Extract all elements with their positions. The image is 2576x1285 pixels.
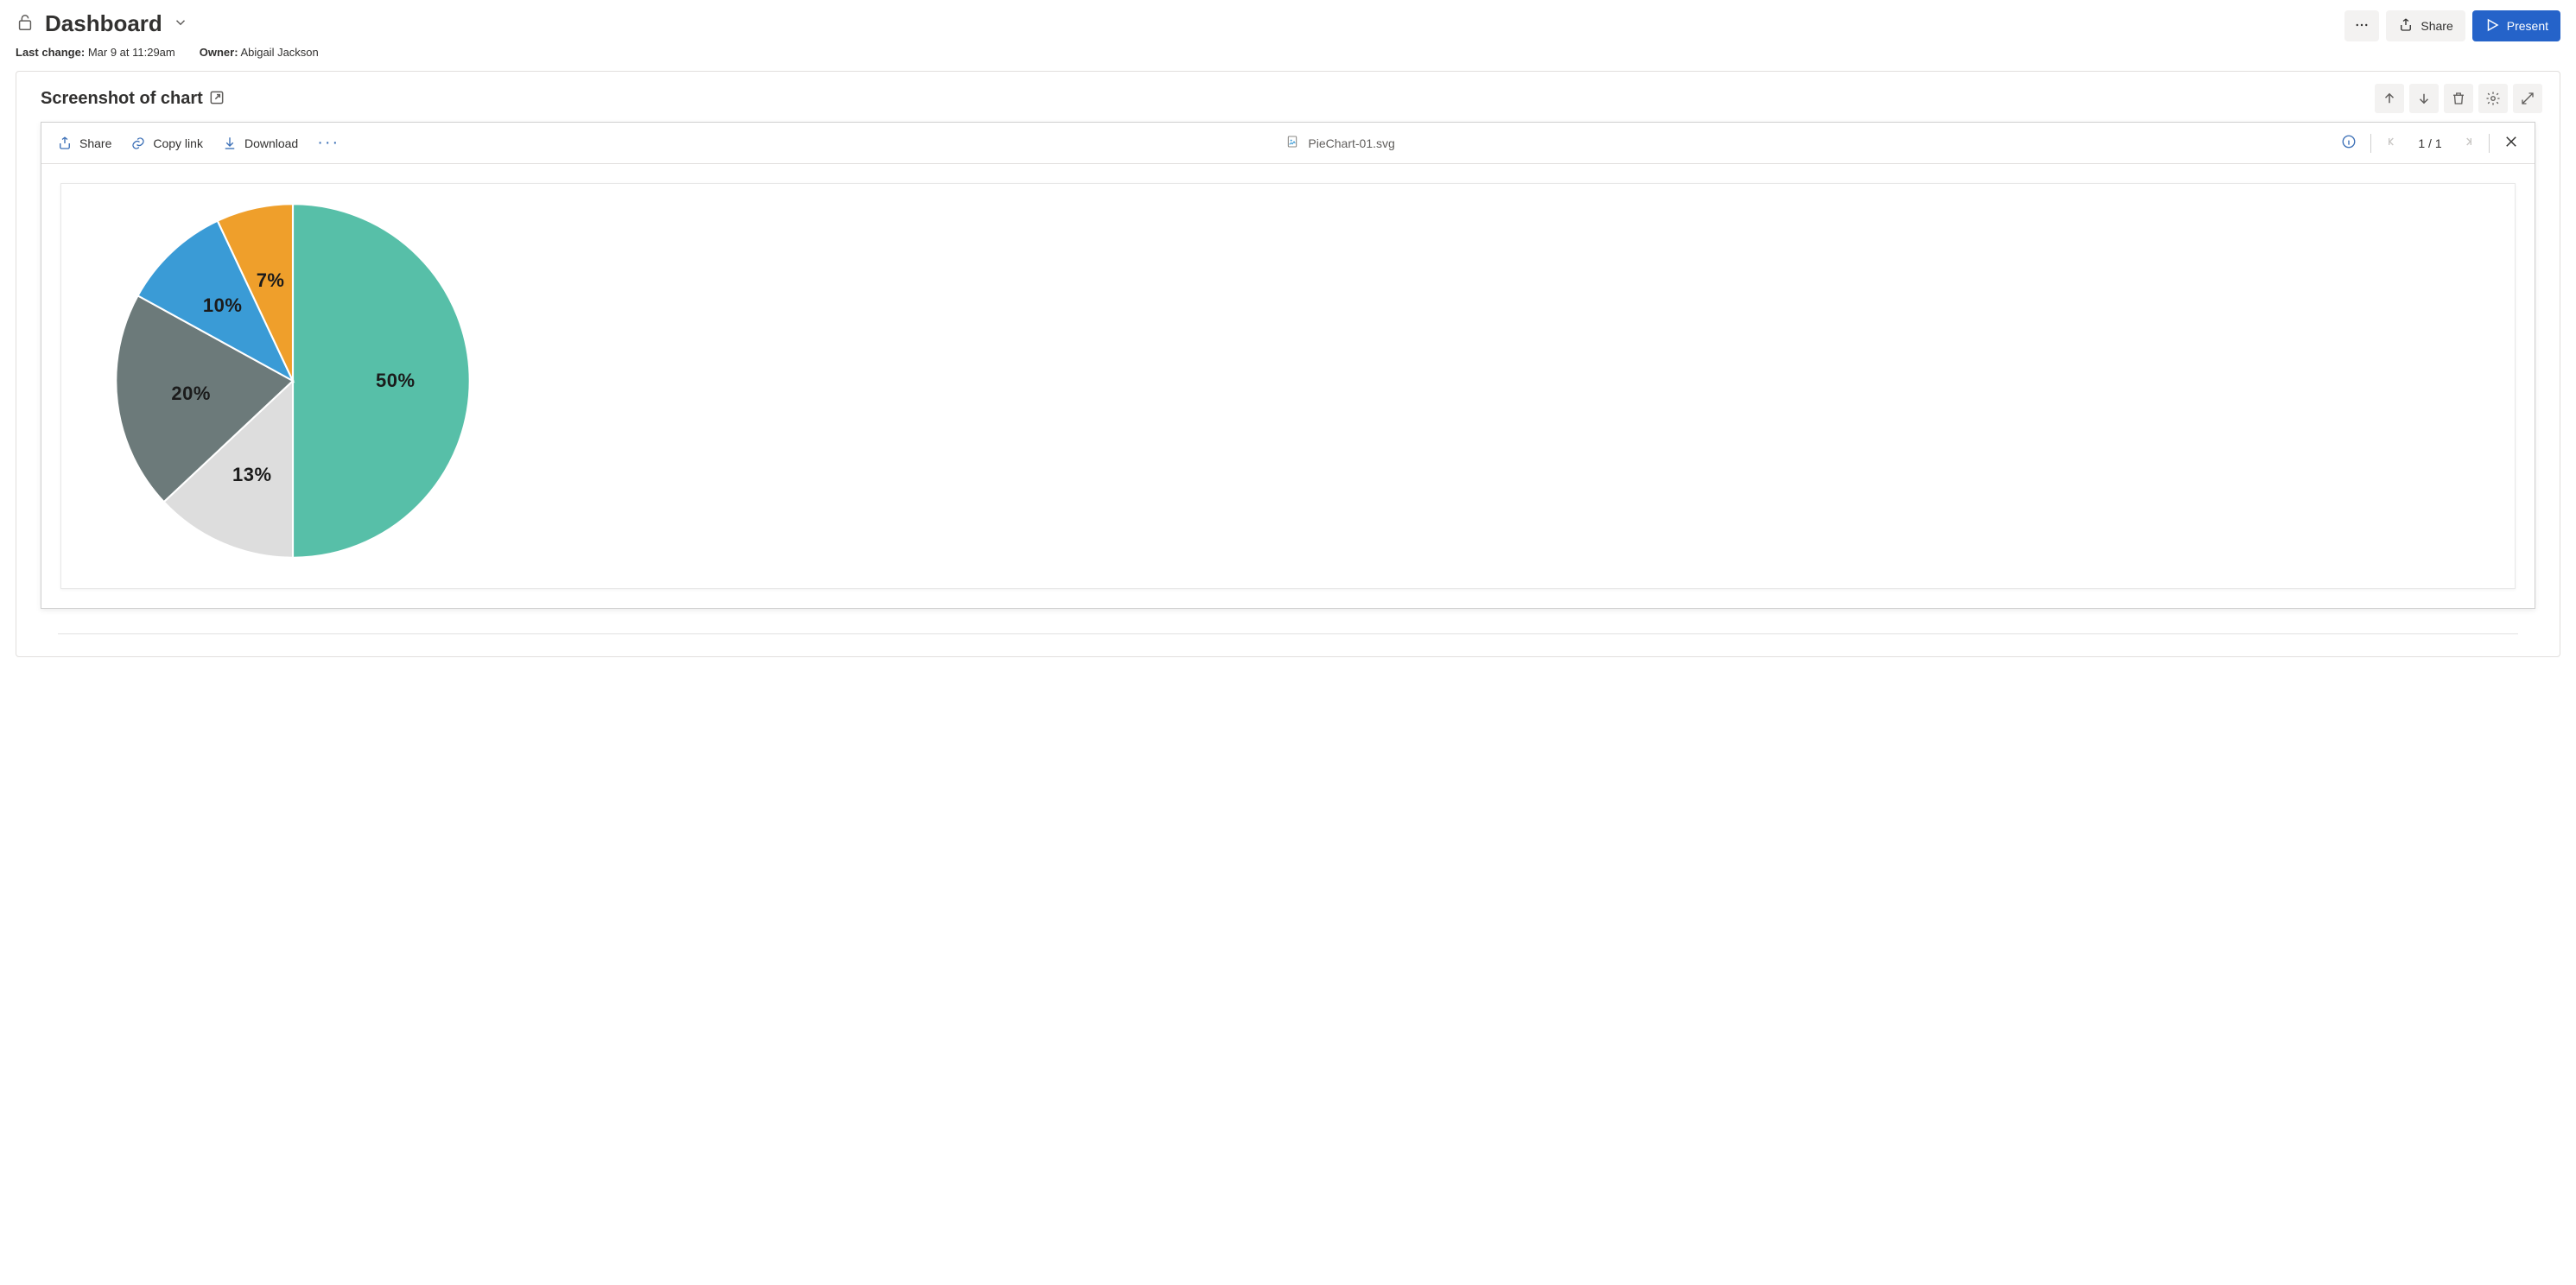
play-icon bbox=[2484, 17, 2500, 35]
share-icon bbox=[2398, 17, 2414, 35]
settings-button[interactable] bbox=[2478, 84, 2508, 113]
pie-slice-label: 10% bbox=[203, 294, 243, 317]
viewer-close-button[interactable] bbox=[2503, 134, 2519, 152]
image-viewer: Share Copy link Download ··· PieChart-01… bbox=[41, 122, 2535, 609]
viewer-download-label: Download bbox=[244, 136, 298, 150]
owner: Owner: Abigail Jackson bbox=[200, 46, 319, 59]
viewer-info-button[interactable] bbox=[2341, 134, 2357, 152]
viewer-next-button[interactable] bbox=[2461, 135, 2475, 151]
viewer-copy-link-button[interactable]: Copy link bbox=[130, 136, 203, 151]
lock-open-icon bbox=[16, 13, 35, 35]
chart-canvas: 50% 13% 20% 10% 7% bbox=[60, 183, 2516, 589]
viewer-prev-button[interactable] bbox=[2385, 135, 2399, 151]
move-up-button[interactable] bbox=[2375, 84, 2404, 113]
owner-value: Abigail Jackson bbox=[240, 46, 318, 59]
last-change: Last change: Mar 9 at 11:29am bbox=[16, 46, 175, 59]
panel-title-row: Screenshot of chart bbox=[41, 89, 225, 109]
page-title: Dashboard bbox=[45, 10, 162, 37]
last-change-value: Mar 9 at 11:29am bbox=[88, 46, 175, 59]
pie-slice-label: 50% bbox=[376, 370, 416, 392]
panel-actions bbox=[2375, 84, 2542, 113]
pie-chart: 50% 13% 20% 10% 7% bbox=[111, 199, 474, 562]
viewer-filename: PieChart-01.svg bbox=[1285, 135, 1394, 151]
viewer-toolbar: Share Copy link Download ··· PieChart-01… bbox=[41, 123, 2535, 164]
meta-row: Last change: Mar 9 at 11:29am Owner: Abi… bbox=[16, 46, 319, 59]
chevron-down-icon[interactable] bbox=[173, 15, 188, 33]
separator bbox=[2489, 134, 2490, 153]
viewer-more-button[interactable]: ··· bbox=[317, 133, 339, 153]
present-button[interactable]: Present bbox=[2472, 10, 2560, 41]
pie-slice-label: 20% bbox=[171, 383, 211, 405]
content-area: Screenshot of chart bbox=[16, 71, 2560, 657]
panel-header: Screenshot of chart bbox=[16, 72, 2560, 122]
share-button[interactable]: Share bbox=[2386, 10, 2465, 41]
viewer-body: 50% 13% 20% 10% 7% bbox=[41, 164, 2535, 608]
owner-label: Owner: bbox=[200, 46, 238, 59]
viewer-toolbar-right: 1 / 1 bbox=[2341, 134, 2519, 153]
viewer-toolbar-left: Share Copy link Download ··· bbox=[57, 133, 339, 153]
viewer-copy-link-label: Copy link bbox=[153, 136, 203, 150]
pie-slice-label: 13% bbox=[232, 464, 272, 486]
title-row: Dashboard bbox=[16, 10, 319, 37]
more-button[interactable] bbox=[2344, 10, 2379, 41]
viewer-share-label: Share bbox=[79, 136, 111, 150]
header-left: Dashboard Last change: Mar 9 at 11:29am … bbox=[16, 10, 319, 59]
viewer-filename-text: PieChart-01.svg bbox=[1308, 136, 1394, 150]
delete-button[interactable] bbox=[2444, 84, 2473, 113]
ellipsis-icon bbox=[2354, 17, 2370, 35]
page-header: Dashboard Last change: Mar 9 at 11:29am … bbox=[0, 0, 2576, 66]
last-change-label: Last change: bbox=[16, 46, 85, 59]
viewer-download-button[interactable]: Download bbox=[222, 136, 298, 151]
header-right: Share Present bbox=[2344, 10, 2560, 41]
pie-slice-label: 7% bbox=[257, 269, 285, 292]
expand-button[interactable] bbox=[2513, 84, 2542, 113]
viewer-share-button[interactable]: Share bbox=[57, 136, 111, 151]
panel-title: Screenshot of chart bbox=[41, 89, 203, 109]
open-external-icon[interactable] bbox=[208, 89, 225, 109]
move-down-button[interactable] bbox=[2409, 84, 2439, 113]
separator-line bbox=[58, 633, 2518, 634]
separator bbox=[2370, 134, 2371, 153]
viewer-page-counter: 1 / 1 bbox=[2413, 136, 2447, 150]
file-icon bbox=[1285, 135, 1299, 151]
share-button-label: Share bbox=[2421, 19, 2452, 33]
present-button-label: Present bbox=[2507, 19, 2548, 33]
